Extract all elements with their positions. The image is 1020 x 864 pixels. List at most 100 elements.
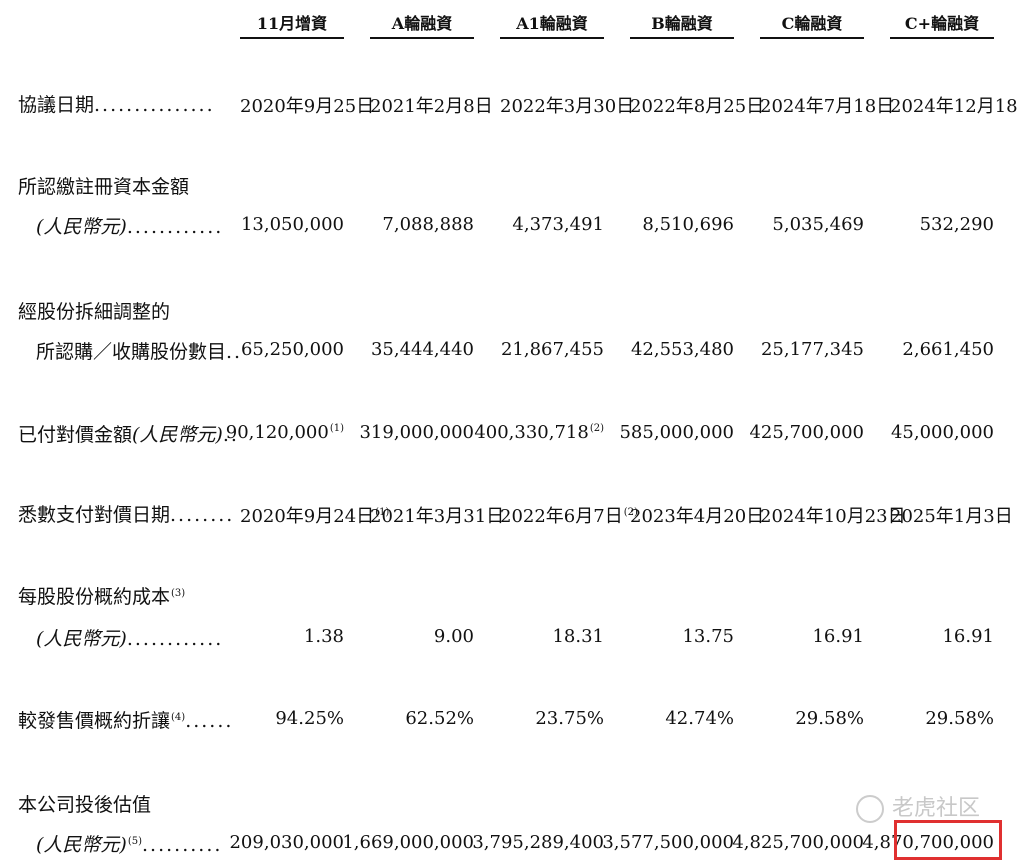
cell-value: 13.75 (682, 626, 734, 647)
cell-value: 2022年6月7日 (500, 506, 623, 527)
row-label-text: 協議日期 (18, 94, 95, 116)
cell-value: 2024年10月23日 (760, 506, 906, 527)
cell-value: 2023年4月20日 (630, 506, 765, 527)
table-cell: 4,825,700,000 (732, 832, 864, 853)
cell-value: 585,000,000 (619, 422, 734, 443)
footnote-ref: (4) (171, 711, 186, 723)
footnote-ref: (2) (589, 423, 604, 434)
cell-value: 8,510,696 (642, 214, 734, 235)
header-underline (630, 37, 734, 39)
leader-dots: ............... (94, 94, 215, 116)
cell-value: 42.74% (665, 708, 734, 729)
row-label: 所認繳註冊資本金額 (18, 172, 189, 199)
table-cell: 8,510,696 (642, 214, 734, 235)
table-cell: 2024年12月18日 (890, 92, 1020, 118)
column-header: 11月增資 (256, 14, 328, 33)
row-label-line2: 所認購／收購股份數目.. (36, 337, 242, 364)
cell-value: 1,669,000,000 (342, 832, 474, 853)
row-label: 協議日期............... (18, 90, 215, 117)
cell-value: 65,250,000 (240, 339, 344, 360)
cell-value: 90,120,000 (225, 422, 329, 443)
header-underline (890, 37, 994, 39)
cell-value: 16.91 (812, 626, 864, 647)
cell-value: 2022年3月30日 (500, 96, 635, 117)
footnote-ref: (5) (127, 835, 142, 847)
row-label-text: 悉數支付對價日期 (18, 504, 171, 526)
table-cell: 2022年6月7日(2) (500, 502, 638, 528)
cell-value: 2,661,450 (902, 339, 994, 360)
table-cell: 45,000,000 (891, 422, 994, 443)
cell-value: 1.38 (303, 626, 344, 647)
table-cell: 29.58% (795, 708, 864, 729)
column-header: C+輪融資 (904, 14, 980, 33)
header-underline (240, 37, 344, 39)
table-cell: 94.25% (275, 708, 344, 729)
cell-value: 2024年12月18日 (890, 96, 1020, 117)
cell-value: 25,177,345 (760, 339, 864, 360)
row-label-text: 經股份拆細調整的 (18, 301, 171, 323)
row-label-line2: (人民幣元)............ (36, 624, 223, 651)
table-cell: 1.38 (304, 626, 344, 647)
cell-value: 2021年3月31日 (370, 506, 505, 527)
tiger-logo-icon (856, 795, 884, 823)
table-cell: 532,290 (920, 214, 994, 235)
row-label: 悉數支付對價日期........ (18, 500, 234, 527)
leader-dots: ........ (170, 504, 235, 526)
cell-value: 3,795,289,400 (472, 832, 604, 853)
cell-value: 16.91 (942, 626, 994, 647)
table-cell: 3,577,500,000 (602, 832, 734, 853)
table-cell: 2025年1月3日 (890, 502, 1013, 528)
header-underline (370, 37, 474, 39)
watermark: 老虎社区 (856, 790, 980, 823)
table-cell: 90,120,000(1) (226, 422, 344, 443)
cell-value: 319,000,000 (359, 422, 474, 443)
table-cell: 2022年8月25日 (630, 92, 764, 118)
table-cell: 16.91 (812, 626, 864, 647)
cell-value: 23.75% (535, 708, 604, 729)
cell-value: 209,030,000 (229, 832, 344, 853)
table-cell: 18.31 (552, 626, 604, 647)
cell-value: 2025年1月3日 (890, 506, 1013, 527)
table-cell: 2021年2月8日 (370, 92, 493, 118)
table-cell: 35,444,440 (371, 339, 474, 360)
table-cell: 42,553,480 (631, 339, 734, 360)
highlight-box (894, 820, 1002, 860)
column-header: A輪融資 (391, 14, 453, 33)
row-label: 較發售價概約折讓(4)...... (18, 706, 233, 733)
column-header: C輪融資 (781, 14, 843, 33)
row-label-line2: (人民幣元)(5).......... (36, 830, 222, 857)
table-cell: 2024年7月18日 (760, 92, 894, 118)
cell-value: 42,553,480 (630, 339, 734, 360)
table-cell: 585,000,000 (619, 422, 734, 443)
table-cell: 5,035,469 (772, 214, 864, 235)
row-label-text: 已付對價金額 (18, 424, 133, 446)
row-label-text: 所認購／收購股份數目 (36, 341, 227, 363)
row-label: 本公司投後估值 (18, 790, 151, 817)
table-cell: 21,867,455 (501, 339, 604, 360)
cell-value: 21,867,455 (500, 339, 604, 360)
cell-value: 400,330,718 (474, 422, 589, 443)
cell-value: 45,000,000 (890, 422, 994, 443)
header-underline (500, 37, 604, 39)
row-label: 已付對價金額(人民幣元).. (18, 420, 239, 447)
header-underline (760, 37, 864, 39)
row-label-text: (人民幣元) (36, 834, 127, 856)
row-label-text: 較發售價概約折讓 (18, 710, 171, 732)
cell-value: 532,290 (919, 214, 994, 235)
cell-value: 13,050,000 (240, 214, 344, 235)
table-cell: 23.75% (535, 708, 604, 729)
table-cell: 62.52% (405, 708, 474, 729)
leader-dots: .......... (142, 834, 223, 856)
cell-value: 9.00 (433, 626, 474, 647)
table-cell: 2021年3月31日 (370, 502, 504, 528)
table-cell: 2023年4月20日 (630, 502, 764, 528)
row-label-text: (人民幣元) (36, 216, 127, 238)
cell-value: 62.52% (405, 708, 474, 729)
leader-dots: ............ (126, 216, 224, 238)
table-cell: 2022年3月30日 (500, 92, 634, 118)
cell-value: 2024年7月18日 (760, 96, 895, 117)
table-cell: 9.00 (434, 626, 474, 647)
column-header: A1輪融資 (516, 14, 588, 33)
cell-value: 4,373,491 (512, 214, 604, 235)
cell-value: 29.58% (925, 708, 994, 729)
